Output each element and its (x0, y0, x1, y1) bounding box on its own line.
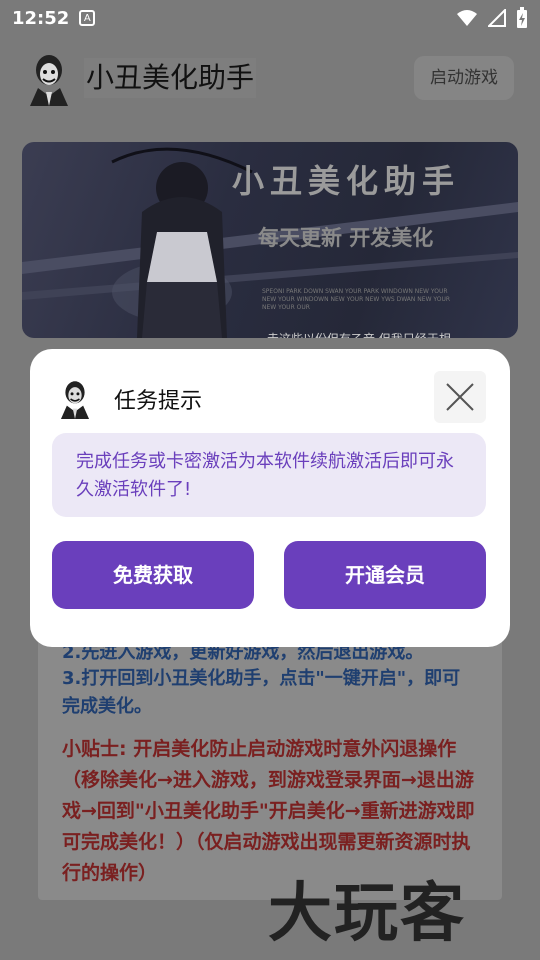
notification-icon: A (79, 10, 96, 26)
banner-fine-print: SPEONI PARK DOWN SWAN YOUR PARK WINDOWN … (262, 288, 451, 311)
banner-title: 小丑美化助手 (232, 162, 461, 200)
joker-avatar-icon (60, 381, 90, 419)
instruction-step-3: 3.打开回到小丑美化助手，点击"一键开启"，即可 (62, 668, 461, 689)
watermark: 大玩客 (268, 877, 466, 951)
wifi-icon (457, 10, 477, 26)
app-header: 小丑美化助手 启动游戏 (0, 40, 540, 120)
dialog-message: 完成任务或卡密激活为本软件续航激活后即可永久激活软件了! (52, 433, 486, 517)
close-button[interactable] (434, 371, 486, 423)
free-get-button[interactable]: 免费获取 (52, 541, 254, 609)
task-dialog: 任务提示 完成任务或卡密激活为本软件续航激活后即可永久激活软件了! 免费获取 开… (30, 349, 510, 647)
banner-subtitle: 每天更新 开发美化 (258, 226, 434, 250)
status-time: 12:52 (12, 7, 70, 29)
promo-banner: 小丑美化助手 每天更新 开发美化 SPEONI PARK DOWN SWAN Y… (22, 142, 518, 338)
close-icon (446, 383, 474, 411)
battery-charging-icon (517, 7, 527, 28)
dialog-title: 任务提示 (114, 389, 203, 414)
status-bar: 12:52 A (0, 0, 540, 36)
joker-avatar-icon (30, 55, 68, 106)
signal-icon (488, 9, 506, 27)
launch-game-button[interactable]: 启动游戏 (414, 56, 514, 100)
app-title: 小丑美化助手 (84, 58, 257, 98)
instruction-step-3-cont: 完成美化。 (62, 696, 152, 717)
banner-cut-text: 走这些以份但有乙音 但我只经于相 (267, 330, 451, 338)
open-vip-button[interactable]: 开通会员 (284, 541, 486, 609)
